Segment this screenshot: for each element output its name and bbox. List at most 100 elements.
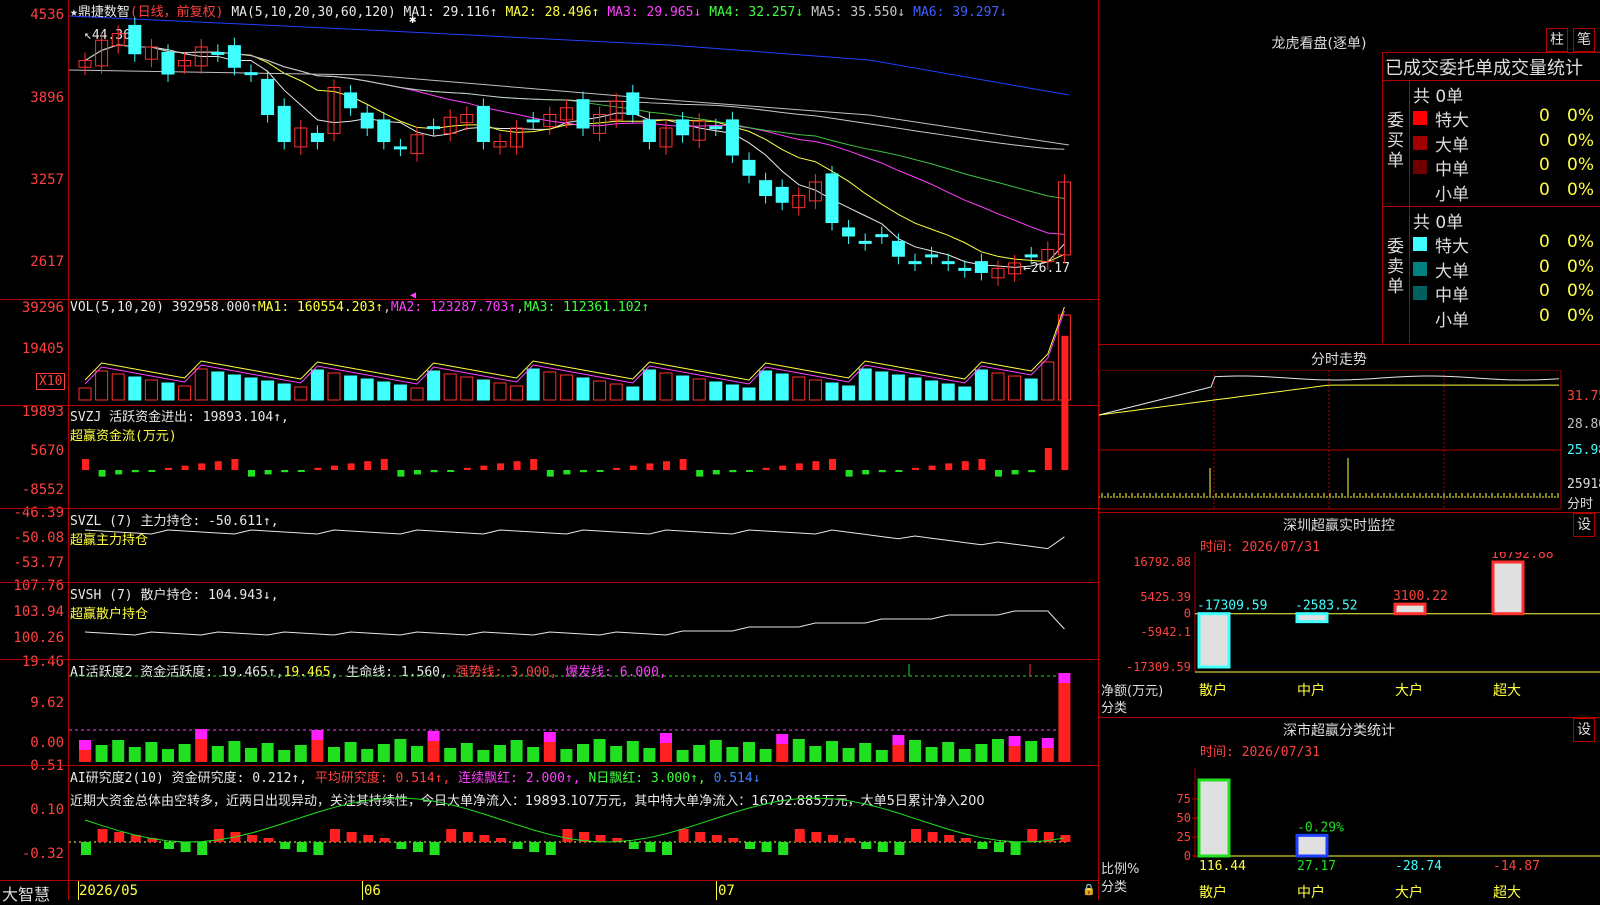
activity-bar	[145, 742, 158, 762]
flow-bar	[580, 470, 587, 473]
volume-bar	[476, 379, 490, 401]
activity-bar	[610, 746, 623, 762]
volume-bar	[925, 380, 939, 401]
activity-bar	[361, 749, 374, 762]
sell-row: 大单 0 0%	[1409, 256, 1600, 282]
volume-bar	[759, 370, 773, 401]
monitor-bar	[1295, 612, 1329, 624]
volume-bar	[642, 369, 656, 401]
activity-bar	[925, 747, 938, 762]
volume-bar	[593, 380, 607, 401]
intraday-tick: 31.75	[1567, 389, 1600, 404]
lhb-title: 龙虎看盘(逐单)	[1271, 36, 1367, 52]
row-count: 0	[1539, 106, 1550, 126]
date-tick	[362, 881, 363, 900]
flow-bar	[878, 470, 886, 473]
order-stats-box: 已成交委托单成交量统计 委买单 委卖单 共 0单 共 0单 特大 0 0% 大单 0 0%…	[1382, 52, 1600, 343]
volume-bar	[510, 385, 524, 401]
sell-side-label: 委卖单	[1387, 237, 1404, 297]
flow-bar	[829, 459, 836, 470]
candle-body	[360, 112, 374, 129]
research-bar	[628, 842, 639, 849]
intraday-tick: 25.98	[1567, 443, 1600, 458]
volume-bar	[543, 371, 557, 401]
stats-bar-label: -14.87	[1493, 859, 1540, 874]
price-tick: 2617	[30, 254, 64, 270]
candle-body	[626, 92, 640, 116]
monitor-bar	[1393, 602, 1427, 616]
stats-settings-button[interactable]: 设	[1573, 718, 1595, 742]
volume-bar	[493, 382, 507, 401]
activity-burst-bar	[892, 735, 905, 745]
volume-bar	[692, 378, 706, 401]
activity-bar	[776, 744, 789, 762]
activity-burst-bar	[1008, 736, 1021, 746]
flow-bar	[912, 467, 919, 470]
candle-body	[676, 119, 690, 136]
row-label: 大单	[1435, 261, 1469, 282]
vol-ma-line	[84, 310, 1065, 385]
intraday-vol-unit: 分时	[1567, 497, 1594, 512]
stats-category-label: 超大	[1493, 885, 1521, 900]
flow-bar	[978, 459, 986, 470]
monitor-settings-button[interactable]: 设	[1573, 513, 1595, 537]
activity-bar	[842, 748, 855, 762]
volume-bar	[277, 383, 291, 401]
volume-bar	[377, 381, 391, 401]
research-bar	[595, 835, 606, 842]
monitor-category-label: 散户	[1199, 682, 1227, 699]
activity-bar	[543, 742, 556, 762]
activity-bar	[261, 743, 274, 762]
research-bar	[330, 829, 340, 842]
tick-mode-button[interactable]: 笔	[1573, 28, 1595, 52]
flow-bar	[430, 470, 438, 473]
activity-bar	[1025, 741, 1038, 762]
svsh-tick: 107.76	[13, 578, 64, 594]
flow-bar	[746, 470, 753, 472]
svzl-tick: -50.08	[13, 530, 64, 546]
activity-bar	[411, 746, 423, 762]
activity-burst-bar	[427, 731, 440, 741]
candle-body	[775, 186, 789, 203]
date-label: 06	[364, 883, 381, 899]
kline-chart-area[interactable]	[69, 0, 1098, 880]
flow-bar	[895, 470, 903, 472]
lock-icon[interactable]: 🔒	[1082, 883, 1096, 896]
activity-bar	[477, 750, 490, 762]
candle-body	[161, 51, 175, 75]
flow-bar	[148, 470, 156, 472]
row-label: 小单	[1435, 310, 1469, 331]
candle-body	[1024, 254, 1038, 258]
activity-bar	[826, 741, 838, 762]
candle-body	[576, 99, 590, 129]
activity-bar	[128, 747, 141, 762]
row-pct: 0%	[1567, 256, 1594, 277]
research-bar	[778, 842, 789, 855]
volume-bar	[626, 386, 640, 401]
volume-bar	[1024, 378, 1038, 401]
buy-row: 小单 0 0%	[1409, 180, 1600, 205]
intraday-chart[interactable]	[1099, 370, 1600, 510]
stats-category-label: 中户	[1297, 884, 1325, 900]
candle-body	[709, 126, 723, 130]
flow-bar	[82, 459, 89, 470]
activity-bar	[162, 749, 174, 762]
flow-bar	[364, 461, 372, 470]
activity-bar	[427, 741, 440, 762]
stats-xlabel: 分类	[1101, 880, 1128, 895]
volume-bar	[742, 387, 756, 401]
volume-bar	[858, 368, 872, 401]
bottom-date-bar: 大智慧 2026/05 06 07 🔒	[0, 881, 1098, 904]
research-bar	[828, 835, 838, 842]
flow-bar	[945, 463, 953, 470]
svzl-line	[84, 529, 1065, 550]
activity-bar	[311, 740, 324, 762]
research-bar	[728, 838, 739, 842]
row-pct: 0%	[1567, 106, 1594, 126]
flow-bar	[181, 465, 189, 470]
flow-bar	[995, 470, 1002, 477]
activity-bar	[444, 748, 457, 762]
bar-mode-button[interactable]: 柱	[1546, 28, 1568, 52]
color-swatch	[1413, 286, 1427, 300]
volume-bar	[128, 376, 142, 401]
